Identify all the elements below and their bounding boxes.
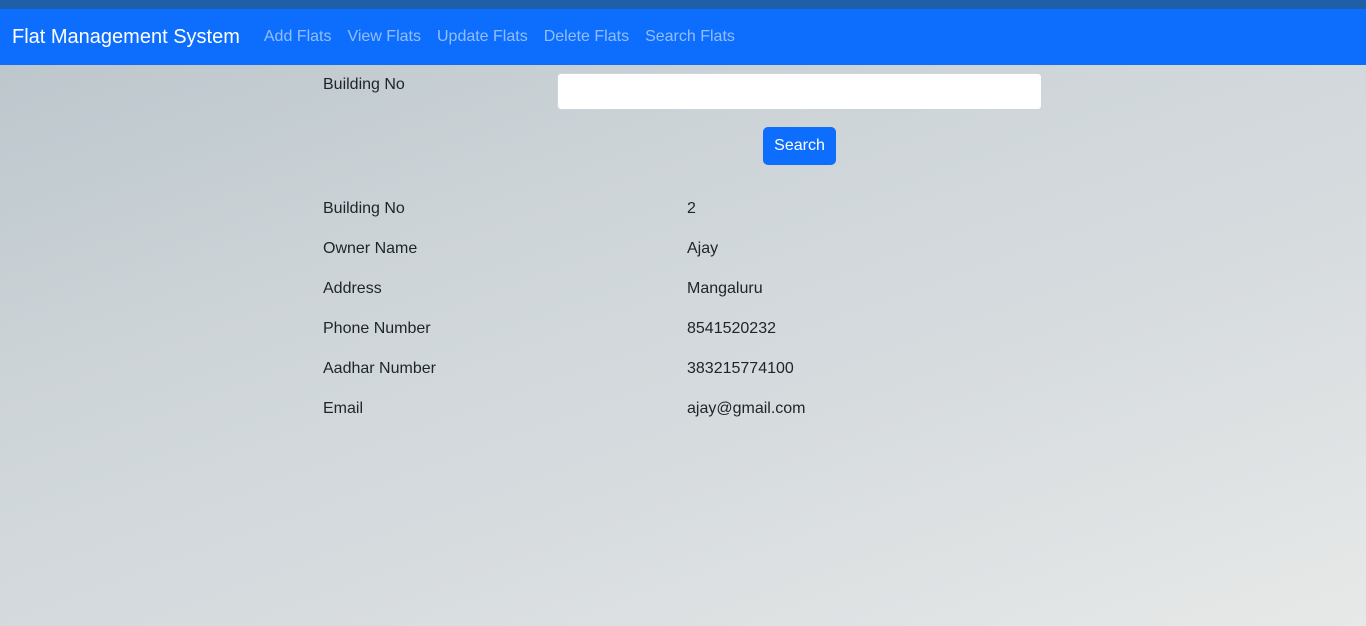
result-label-email: Email bbox=[323, 400, 364, 417]
nav-link-update-flats[interactable]: Update Flats bbox=[429, 28, 536, 46]
navbar-brand[interactable]: Flat Management System bbox=[12, 26, 240, 49]
building-no-input[interactable] bbox=[557, 73, 1042, 110]
search-button[interactable]: Search bbox=[763, 127, 836, 165]
result-label-phone-number: Phone Number bbox=[323, 320, 431, 337]
nav-link-view-flats[interactable]: View Flats bbox=[339, 28, 429, 46]
nav-link-delete-flats[interactable]: Delete Flats bbox=[536, 28, 637, 46]
result-label-owner-name: Owner Name bbox=[323, 240, 418, 257]
nav-link-add-flats[interactable]: Add Flats bbox=[256, 28, 340, 46]
result-value-aadhar-number: 383215774100 bbox=[687, 360, 794, 377]
result-value-owner-name: Ajay bbox=[687, 240, 719, 257]
result-value-building-no: 2 bbox=[687, 200, 696, 217]
result-value-phone-number: 8541520232 bbox=[687, 320, 776, 337]
nav-link-search-flats[interactable]: Search Flats bbox=[637, 28, 743, 46]
browser-top-strip bbox=[0, 0, 1366, 9]
result-label-building-no: Building No bbox=[323, 200, 405, 217]
result-label-aadhar-number: Aadhar Number bbox=[323, 360, 436, 377]
result-value-address: Mangaluru bbox=[687, 280, 763, 297]
result-label-address: Address bbox=[323, 280, 382, 297]
navbar: Flat Management System Add Flats View Fl… bbox=[0, 9, 1366, 65]
result-value-email: ajay@gmail.com bbox=[687, 400, 806, 417]
building-no-label: Building No bbox=[323, 76, 405, 93]
